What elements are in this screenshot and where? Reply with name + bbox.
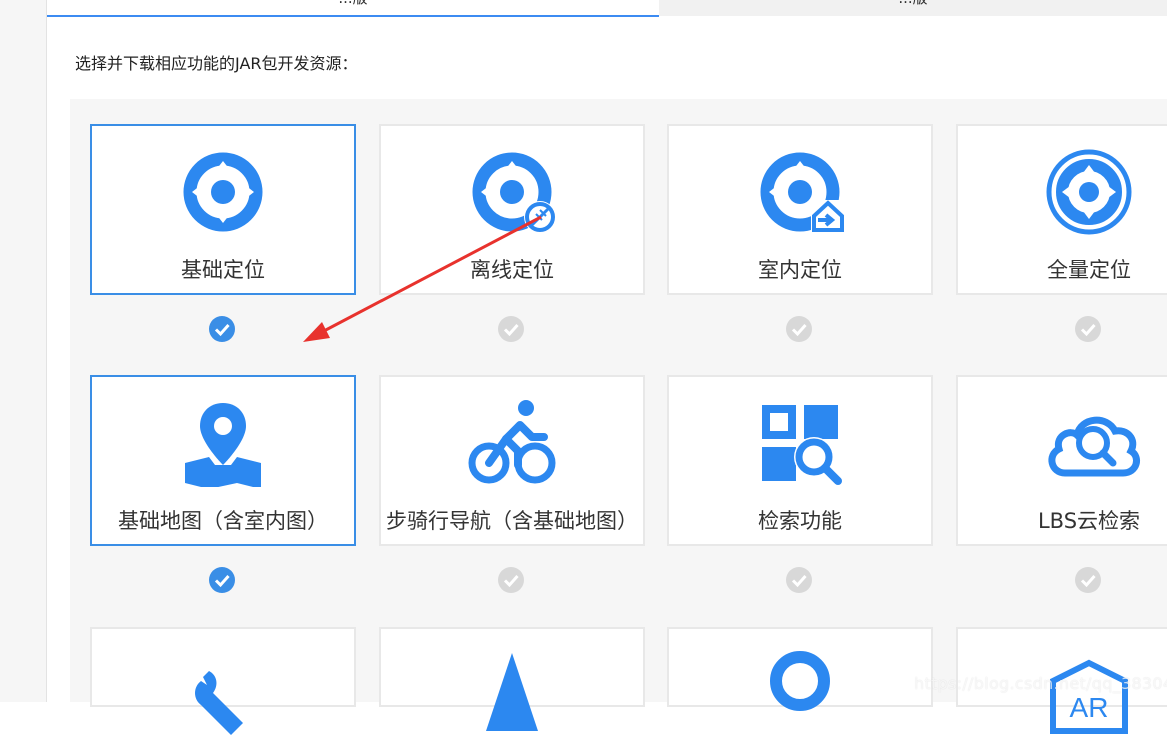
feature-grid: 基础定位 离线定位 室内定位 全量定位 基础地图（含室内图） 步骑行导航（含基础…	[70, 99, 1167, 735]
tab-bar: ...版 ...版	[47, 0, 1167, 17]
feature-card-offline-location[interactable]: 离线定位	[379, 124, 645, 295]
ar-icon: AR	[1045, 651, 1133, 739]
left-rail	[0, 0, 47, 702]
feature-card-indoor-location[interactable]: 室内定位	[667, 124, 933, 295]
feature-card-basic-map[interactable]: 基础地图（含室内图）	[90, 375, 356, 546]
feature-card-lbs-cloud-search[interactable]: LBS云检索	[956, 375, 1167, 546]
map-pin-icon	[179, 399, 267, 487]
location-target-icon	[179, 148, 267, 236]
feature-card-ar[interactable]: AR	[956, 627, 1167, 734]
unselected-check-icon[interactable]	[1075, 316, 1101, 342]
intro-text: 选择并下载相应功能的JAR包开发资源：	[75, 54, 358, 73]
tab-second-label: ...版	[659, 0, 1167, 8]
feature-card-pin[interactable]	[667, 627, 933, 711]
card-label: 离线定位	[470, 258, 554, 282]
tab-first-label: ...版	[47, 0, 659, 8]
unselected-check-icon[interactable]	[786, 567, 812, 593]
indoor-location-icon	[756, 148, 844, 236]
card-label: 检索功能	[758, 509, 842, 533]
tab-first[interactable]: ...版	[47, 0, 659, 17]
feature-card-tools[interactable]	[90, 627, 356, 735]
card-label: LBS云检索	[1037, 509, 1141, 533]
search-grid-icon	[756, 399, 844, 487]
tab-second[interactable]: ...版	[659, 0, 1167, 16]
selected-check-icon[interactable]	[209, 567, 235, 593]
feature-card-navigation[interactable]	[379, 627, 645, 731]
feature-card-basic-location[interactable]: 基础定位	[90, 124, 356, 295]
card-label: 室内定位	[758, 258, 842, 282]
card-label: 基础地图（含室内图）	[118, 509, 328, 533]
cycling-icon	[468, 399, 556, 487]
feature-card-cycling-navigation[interactable]: 步骑行导航（含基础地图）	[379, 375, 645, 546]
circle-pin-icon	[756, 651, 844, 739]
selected-check-icon[interactable]	[209, 316, 235, 342]
svg-text:AR: AR	[1070, 692, 1109, 723]
feature-card-search[interactable]: 检索功能	[667, 375, 933, 546]
unselected-check-icon[interactable]	[498, 316, 524, 342]
card-label: 全量定位	[1047, 258, 1131, 282]
card-label: 基础定位	[181, 258, 265, 282]
navigation-arrow-icon	[468, 651, 556, 739]
unselected-check-icon[interactable]	[786, 316, 812, 342]
offline-location-icon	[468, 148, 556, 236]
feature-card-full-location[interactable]: 全量定位	[956, 124, 1167, 295]
unselected-check-icon[interactable]	[498, 567, 524, 593]
wrench-icon	[179, 651, 267, 739]
sdk-download-panel: ...版 ...版 选择并下载相应功能的JAR包开发资源： 基础定位 离线定位 …	[47, 0, 1167, 735]
card-label: 步骑行导航（含基础地图）	[386, 509, 638, 533]
cloud-search-icon	[1045, 399, 1141, 487]
unselected-check-icon[interactable]	[1075, 567, 1101, 593]
watermark: https://blog.csdn.net/qq_38304672	[914, 674, 1167, 693]
full-location-icon	[1045, 148, 1133, 236]
